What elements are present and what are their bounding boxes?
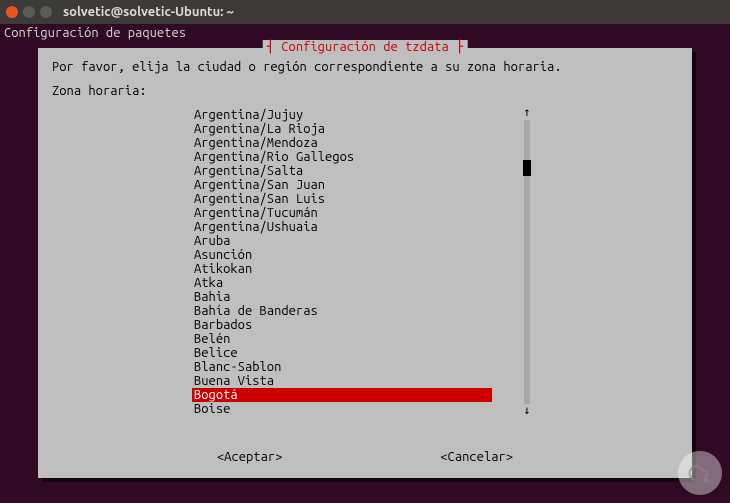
list-item[interactable]: Argentina/Salta <box>192 164 492 178</box>
dialog-instruction: Por favor, elija la ciudad o región corr… <box>52 60 678 74</box>
minimize-icon[interactable] <box>23 6 35 18</box>
terminal-area: Configuración de paquetes ┤ Configuració… <box>0 24 730 503</box>
list-item[interactable]: Argentina/San Luis <box>192 192 492 206</box>
list-item[interactable]: Atka <box>192 276 492 290</box>
list-item[interactable]: Argentina/Tucumán <box>192 206 492 220</box>
timezone-list-area: Argentina/JujuyArgentina/La RiojaArgenti… <box>192 108 532 416</box>
list-item[interactable]: Argentina/San Juan <box>192 178 492 192</box>
list-item[interactable]: Belice <box>192 346 492 360</box>
list-item[interactable]: Blanc-Sablon <box>192 360 492 374</box>
accept-button[interactable]: <Aceptar> <box>217 450 283 464</box>
scroll-thumb[interactable] <box>523 160 531 176</box>
scroll-down-icon[interactable]: ↓ <box>523 406 530 416</box>
list-item[interactable]: Bahía de Banderas <box>192 304 492 318</box>
list-item[interactable]: Bahia <box>192 290 492 304</box>
list-item[interactable]: Argentina/Jujuy <box>192 108 492 122</box>
list-item[interactable]: Boise <box>192 402 492 416</box>
list-item[interactable]: Belén <box>192 332 492 346</box>
window-titlebar: solvetic@solvetic-Ubuntu: ~ <box>0 0 730 24</box>
dialog-button-row: <Aceptar> <Cancelar> <box>38 450 692 464</box>
list-item[interactable]: Aruba <box>192 234 492 248</box>
list-item[interactable]: Argentina/Mendoza <box>192 136 492 150</box>
list-item[interactable]: Argentina/Rio Gallegos <box>192 150 492 164</box>
maximize-icon[interactable] <box>40 6 52 18</box>
list-item[interactable]: Atikokan <box>192 262 492 276</box>
list-item[interactable]: Buena Vista <box>192 374 492 388</box>
watermark-icon <box>678 451 722 495</box>
list-item[interactable]: Bogotá <box>192 388 492 402</box>
list-item[interactable]: Asunción <box>192 248 492 262</box>
cancel-button[interactable]: <Cancelar> <box>440 450 513 464</box>
timezone-prompt: Zona horaria: <box>52 84 678 98</box>
timezone-list[interactable]: Argentina/JujuyArgentina/La RiojaArgenti… <box>192 108 492 416</box>
list-item[interactable]: Argentina/Ushuaia <box>192 220 492 234</box>
list-item[interactable]: Argentina/La Rioja <box>192 122 492 136</box>
tzdata-dialog: ┤ Configuración de tzdata ├ Por favor, e… <box>38 48 692 478</box>
list-item[interactable]: Barbados <box>192 318 492 332</box>
scroll-up-icon[interactable]: ↑ <box>523 108 530 118</box>
window-title: solvetic@solvetic-Ubuntu: ~ <box>63 5 234 19</box>
scroll-track[interactable] <box>524 120 530 404</box>
close-icon[interactable] <box>6 6 18 18</box>
scrollbar[interactable]: ↑ ↓ <box>522 108 532 416</box>
